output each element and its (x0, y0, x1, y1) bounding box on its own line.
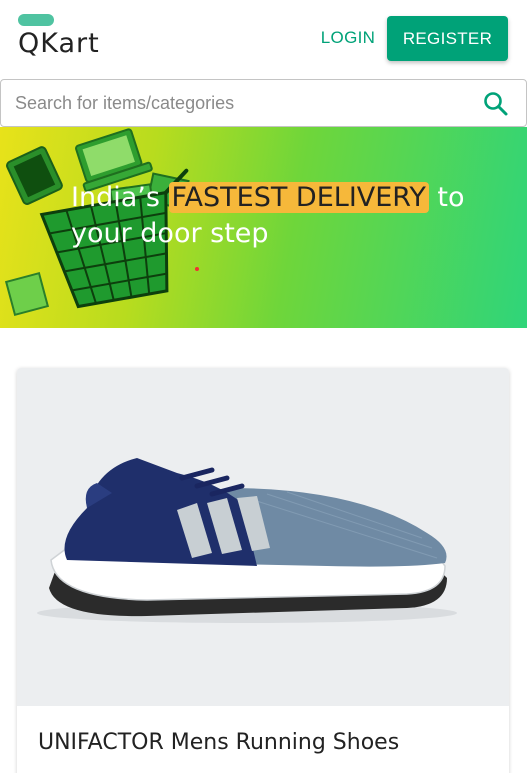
logo-mark-icon (18, 14, 54, 26)
hero-banner: India’s FASTEST DELIVERY to your door st… (0, 127, 527, 328)
hero-tagline: India’s FASTEST DELIVERY to your door st… (71, 180, 511, 252)
logo-text: QKart (18, 28, 100, 59)
search-icon[interactable] (482, 90, 510, 118)
product-card[interactable]: UNIFACTOR Mens Running Shoes (17, 368, 509, 773)
running-shoe-image (37, 458, 457, 623)
product-image[interactable] (17, 368, 509, 706)
app-header: QKart LOGIN REGISTER (0, 0, 527, 78)
qkart-logo[interactable]: QKart (18, 14, 118, 64)
register-button[interactable]: REGISTER (387, 16, 508, 61)
search-bar (0, 79, 527, 127)
search-input[interactable] (15, 80, 455, 126)
product-title[interactable]: UNIFACTOR Mens Running Shoes (38, 730, 399, 755)
hero-text-before: India’s (71, 182, 169, 213)
hero-highlight: FASTEST DELIVERY (168, 182, 429, 213)
login-button[interactable]: LOGIN (313, 20, 383, 56)
hero-dot-decoration (195, 267, 199, 271)
